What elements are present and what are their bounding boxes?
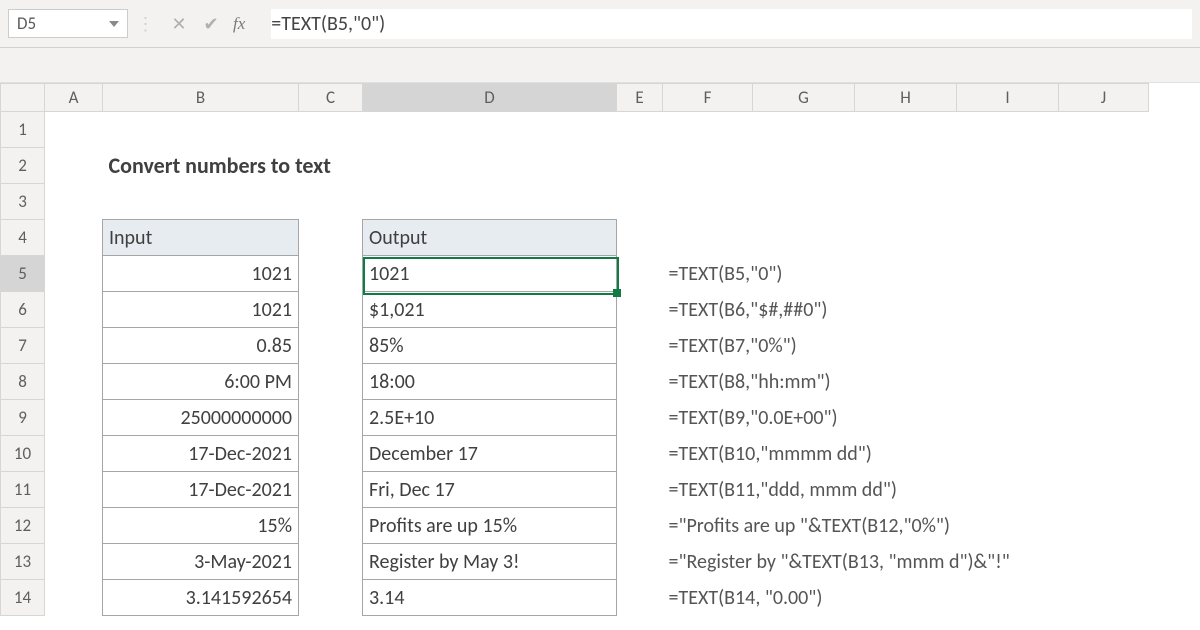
- formula-input[interactable]: =TEXT(B5,"0"): [271, 9, 1192, 39]
- row-header-8[interactable]: 8: [1, 364, 45, 400]
- col-header-J[interactable]: J: [1059, 84, 1149, 112]
- row-9[interactable]: 9 25000000000 2.5E+10 =TEXT(B9,"0.0E+00"…: [1, 400, 1149, 436]
- col-header-F[interactable]: F: [663, 84, 753, 112]
- name-box[interactable]: D5: [8, 9, 128, 38]
- row-header-14[interactable]: 14: [1, 580, 45, 616]
- cell-B14[interactable]: 3.141592654: [103, 580, 299, 616]
- cell-D5[interactable]: 1021: [363, 256, 617, 292]
- cell-B5[interactable]: 1021: [103, 256, 299, 292]
- cell-D12[interactable]: Profits are up 15%: [363, 508, 617, 544]
- row-header-11[interactable]: 11: [1, 472, 45, 508]
- cell-B9[interactable]: 25000000000: [103, 400, 299, 436]
- row-header-13[interactable]: 13: [1, 544, 45, 580]
- row-3[interactable]: 3: [1, 184, 1149, 220]
- row-header-6[interactable]: 6: [1, 292, 45, 328]
- cell-B11[interactable]: 17-Dec-2021: [103, 472, 299, 508]
- row-5[interactable]: 5 1021 1021 =TEXT(B5,"0"): [1, 256, 1149, 292]
- cell-F7[interactable]: =TEXT(B7,"0%"): [663, 328, 1149, 364]
- col-header-C[interactable]: C: [299, 84, 363, 112]
- cell-F14[interactable]: =TEXT(B14, "0.00"): [663, 580, 1149, 616]
- confirm-icon[interactable]: ✔: [195, 8, 227, 40]
- row-header-9[interactable]: 9: [1, 400, 45, 436]
- cell-B10[interactable]: 17-Dec-2021: [103, 436, 299, 472]
- fx-icon[interactable]: fx: [227, 14, 251, 34]
- col-header-G[interactable]: G: [753, 84, 855, 112]
- row-10[interactable]: 10 17-Dec-2021 December 17 =TEXT(B10,"mm…: [1, 436, 1149, 472]
- divider: ⋮: [128, 13, 163, 35]
- grid[interactable]: A B C D E F G H I J 1 2 Convert numbers …: [0, 83, 1149, 616]
- row-7[interactable]: 7 0.85 85% =TEXT(B7,"0%"): [1, 328, 1149, 364]
- header-input[interactable]: Input: [103, 220, 299, 256]
- col-header-A[interactable]: A: [45, 84, 103, 112]
- row-1[interactable]: 1: [1, 112, 1149, 148]
- cell-D6[interactable]: $1,021: [363, 292, 617, 328]
- cell-D14[interactable]: 3.14: [363, 580, 617, 616]
- col-header-E[interactable]: E: [617, 84, 663, 112]
- chevron-down-icon[interactable]: [109, 21, 119, 27]
- row-8[interactable]: 8 6:00 PM 18:00 =TEXT(B8,"hh:mm"): [1, 364, 1149, 400]
- col-header-I[interactable]: I: [957, 84, 1059, 112]
- cell-D11[interactable]: Fri, Dec 17: [363, 472, 617, 508]
- cell-F13[interactable]: ="Register by "&TEXT(B13, "mmm d")&"!": [663, 544, 1149, 580]
- cell-F8[interactable]: =TEXT(B8,"hh:mm"): [663, 364, 1149, 400]
- cell-B12[interactable]: 15%: [103, 508, 299, 544]
- row-header-10[interactable]: 10: [1, 436, 45, 472]
- cell-F12[interactable]: ="Profits are up "&TEXT(B12,"0%"): [663, 508, 1149, 544]
- row-2[interactable]: 2 Convert numbers to text: [1, 148, 1149, 184]
- cell-D8[interactable]: 18:00: [363, 364, 617, 400]
- cell-B13[interactable]: 3-May-2021: [103, 544, 299, 580]
- cell-F9[interactable]: =TEXT(B9,"0.0E+00"): [663, 400, 1149, 436]
- column-headers[interactable]: A B C D E F G H I J: [1, 84, 1149, 112]
- row-header-4[interactable]: 4: [1, 220, 45, 256]
- cell-F10[interactable]: =TEXT(B10,"mmmm dd"): [663, 436, 1149, 472]
- row-12[interactable]: 12 15% Profits are up 15% ="Profits are …: [1, 508, 1149, 544]
- cancel-icon[interactable]: ✕: [163, 8, 195, 40]
- cell-B7[interactable]: 0.85: [103, 328, 299, 364]
- row-header-12[interactable]: 12: [1, 508, 45, 544]
- cell-D13[interactable]: Register by May 3!: [363, 544, 617, 580]
- cell-F6[interactable]: =TEXT(B6,"$#,##0"): [663, 292, 1149, 328]
- cell-D10[interactable]: December 17: [363, 436, 617, 472]
- row-13[interactable]: 13 3-May-2021 Register by May 3! ="Regis…: [1, 544, 1149, 580]
- select-all-corner[interactable]: [1, 84, 45, 112]
- cell-B8[interactable]: 6:00 PM: [103, 364, 299, 400]
- col-header-B[interactable]: B: [103, 84, 299, 112]
- row-header-2[interactable]: 2: [1, 148, 45, 184]
- row-header-5[interactable]: 5: [1, 256, 45, 292]
- cell-D9[interactable]: 2.5E+10: [363, 400, 617, 436]
- cell-D7[interactable]: 85%: [363, 328, 617, 364]
- cell-F5[interactable]: =TEXT(B5,"0"): [663, 256, 1149, 292]
- row-header-7[interactable]: 7: [1, 328, 45, 364]
- name-box-value: D5: [17, 13, 36, 34]
- formula-bar: D5 ⋮ ✕ ✔ fx =TEXT(B5,"0"): [0, 0, 1200, 48]
- row-4[interactable]: 4 Input Output: [1, 220, 1149, 256]
- row-header-1[interactable]: 1: [1, 112, 45, 148]
- header-output[interactable]: Output: [363, 220, 617, 256]
- row-11[interactable]: 11 17-Dec-2021 Fri, Dec 17 =TEXT(B11,"dd…: [1, 472, 1149, 508]
- cell-F11[interactable]: =TEXT(B11,"ddd, mmm dd"): [663, 472, 1149, 508]
- page-title: Convert numbers to text: [103, 148, 663, 184]
- col-header-H[interactable]: H: [855, 84, 957, 112]
- formula-text: =TEXT(B5,"0"): [271, 12, 385, 36]
- row-14[interactable]: 14 3.141592654 3.14 =TEXT(B14, "0.00"): [1, 580, 1149, 616]
- col-header-D[interactable]: D: [363, 84, 617, 112]
- ribbon-spacer: [0, 48, 1200, 83]
- cell-B6[interactable]: 1021: [103, 292, 299, 328]
- spreadsheet[interactable]: A B C D E F G H I J 1 2 Convert numbers …: [0, 83, 1200, 616]
- row-header-3[interactable]: 3: [1, 184, 45, 220]
- row-6[interactable]: 6 1021 $1,021 =TEXT(B6,"$#,##0"): [1, 292, 1149, 328]
